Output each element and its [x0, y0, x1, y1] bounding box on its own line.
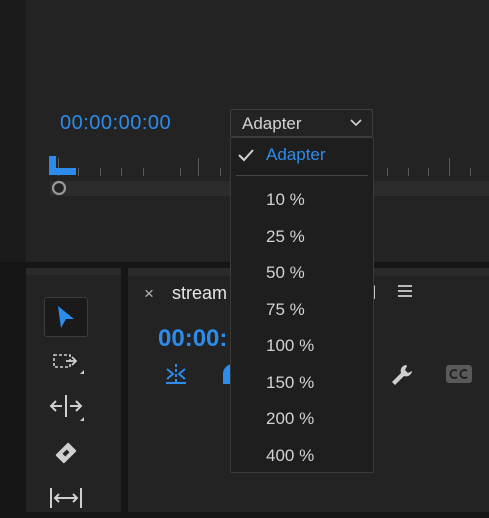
menu-item-label: 100 %: [266, 336, 315, 355]
ruler-tick: [428, 168, 429, 176]
selection-tool-button[interactable]: [44, 297, 88, 337]
ruler-tick: [100, 168, 101, 176]
menu-item-label: 150 %: [266, 373, 315, 392]
menu-divider: [236, 175, 368, 176]
wrench-icon[interactable]: [389, 362, 415, 388]
playhead-marker[interactable]: [48, 155, 78, 179]
menu-item-label: 10 %: [266, 190, 305, 209]
slip-tool-button[interactable]: [44, 478, 88, 518]
ruler-tick: [220, 168, 221, 176]
ruler-tick: [470, 168, 471, 176]
menu-item-200[interactable]: 200 %: [231, 403, 373, 435]
hamburger-menu-icon[interactable]: [397, 283, 413, 299]
sequence-timecode[interactable]: 00:00:: [158, 325, 227, 353]
zoom-level-select[interactable]: Adapter: [230, 109, 373, 137]
menu-item-75[interactable]: 75 %: [231, 294, 373, 326]
menu-item-50[interactable]: 50 %: [231, 257, 373, 289]
slip-icon: [50, 488, 82, 508]
panel-gutter: [0, 0, 26, 262]
menu-item-adapter[interactable]: Adapter: [231, 139, 373, 171]
menu-item-100[interactable]: 100 %: [231, 330, 373, 362]
tools-panel-header: [26, 268, 121, 275]
playhead-timecode[interactable]: 00:00:00:00: [60, 112, 171, 135]
track-select-forward-icon: [53, 354, 84, 374]
menu-item-label: 200 %: [266, 409, 315, 428]
zoom-level-value: Adapter: [242, 114, 302, 133]
track-select-tool-button[interactable]: [44, 345, 88, 385]
checkmark-icon: [238, 149, 254, 162]
menu-item-label: Adapter: [266, 145, 326, 164]
snap-icon[interactable]: [164, 362, 188, 386]
ruler-tick: [449, 158, 450, 176]
captions-icon[interactable]: [445, 364, 473, 384]
menu-item-label: 25 %: [266, 227, 305, 246]
ruler-tick: [78, 168, 79, 176]
menu-item-150[interactable]: 150 %: [231, 367, 373, 399]
close-tab-button[interactable]: ×: [144, 284, 154, 304]
menu-item-label: 50 %: [266, 263, 305, 282]
arrow-cursor-icon: [58, 306, 74, 328]
menu-item-400[interactable]: 400 %: [231, 440, 373, 472]
ruler-tick: [387, 168, 388, 176]
ripple-edit-icon: [49, 395, 84, 421]
scroll-handle[interactable]: [51, 180, 67, 196]
ruler-tick: [143, 168, 144, 176]
menu-item-label: 75 %: [266, 300, 305, 319]
menu-item-25[interactable]: 25 %: [231, 221, 373, 253]
chevron-down-icon: [350, 119, 362, 127]
razor-icon: [55, 442, 77, 464]
ruler-tick: [198, 158, 199, 176]
sequence-tab-title[interactable]: stream: [172, 283, 227, 304]
ruler-tick: [408, 168, 409, 176]
ruler-tick: [180, 168, 181, 176]
ruler-tick: [121, 168, 122, 176]
ripple-edit-tool-button[interactable]: [44, 387, 88, 427]
menu-item-10[interactable]: 10 %: [231, 184, 373, 216]
razor-tool-button[interactable]: [44, 433, 88, 473]
menu-item-label: 400 %: [266, 446, 315, 465]
